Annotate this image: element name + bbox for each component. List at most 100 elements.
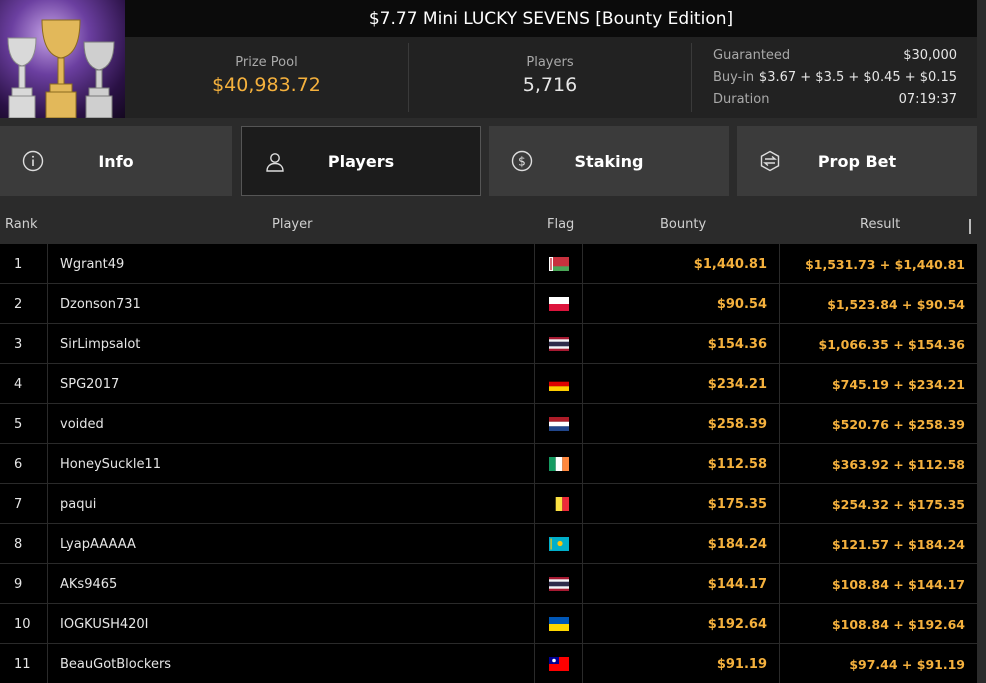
rank-cell: 3 bbox=[14, 336, 23, 352]
bounty-cell: $258.39 bbox=[582, 404, 779, 444]
player-name[interactable]: Wgrant49 bbox=[47, 244, 534, 284]
player-name[interactable]: voided bbox=[47, 404, 534, 444]
result-cell: $254.32 + $175.35 bbox=[779, 484, 977, 524]
column-header-rank[interactable]: Rank bbox=[5, 217, 37, 232]
rank-cell: 8 bbox=[14, 536, 23, 552]
table-row[interactable]: 8 LyapAAAAA $184.24 $121.57 + $184.24 bbox=[0, 524, 977, 564]
prize-pool-label: Prize Pool bbox=[235, 55, 298, 70]
column-header-flag[interactable]: Flag bbox=[547, 217, 574, 232]
belarus-flag-icon bbox=[548, 257, 569, 271]
scrollbar[interactable] bbox=[977, 0, 986, 683]
bounty-cell: $175.35 bbox=[582, 484, 779, 524]
column-header-player[interactable]: Player bbox=[272, 217, 312, 232]
flag-cell bbox=[534, 244, 582, 284]
player-name[interactable]: AKs9465 bbox=[47, 564, 534, 604]
table-row[interactable]: 7 paqui $175.35 $254.32 + $175.35 bbox=[0, 484, 977, 524]
guaranteed-label: Guaranteed bbox=[713, 48, 791, 63]
result-cell: $363.92 + $112.58 bbox=[779, 444, 977, 484]
rank-cell: 4 bbox=[14, 376, 23, 392]
kazakhstan-flag-icon bbox=[548, 537, 569, 551]
result-cell: $121.57 + $184.24 bbox=[779, 524, 977, 564]
germany-flag-icon bbox=[548, 377, 569, 391]
rank-cell: 2 bbox=[14, 296, 23, 312]
flag-cell bbox=[534, 444, 582, 484]
prop-bet-icon bbox=[760, 150, 780, 172]
table-row[interactable]: 9 AKs9465 $144.17 $108.84 + $144.17 bbox=[0, 564, 977, 604]
player-name[interactable]: LyapAAAAA bbox=[47, 524, 534, 564]
bounty-cell: $144.17 bbox=[582, 564, 779, 604]
flag-cell bbox=[534, 604, 582, 644]
flag-cell bbox=[534, 284, 582, 324]
table-row[interactable]: 5 voided $258.39 $520.76 + $258.39 bbox=[0, 404, 977, 444]
tab-staking[interactable]: $ Staking bbox=[489, 126, 729, 196]
rank-cell: 11 bbox=[14, 656, 31, 672]
table-row[interactable]: 4 SPG2017 $234.21 $745.19 + $234.21 bbox=[0, 364, 977, 404]
ireland-flag-icon bbox=[548, 457, 569, 471]
player-name[interactable]: HoneySuckle11 bbox=[47, 444, 534, 484]
column-header-bounty[interactable]: Bounty bbox=[660, 217, 706, 232]
info-icon bbox=[22, 150, 44, 172]
rank-cell: 1 bbox=[14, 256, 23, 272]
duration-label: Duration bbox=[713, 92, 770, 107]
players-value: 5,716 bbox=[522, 74, 578, 96]
table-row[interactable]: 11 BeauGotBlockers $91.19 $97.44 + $91.19 bbox=[0, 644, 977, 683]
divider bbox=[691, 43, 692, 112]
table-row[interactable]: 6 HoneySuckle11 $112.58 $363.92 + $112.58 bbox=[0, 444, 977, 484]
players-label: Players bbox=[526, 55, 574, 70]
rank-cell: 7 bbox=[14, 496, 23, 512]
table-row[interactable]: 10 IOGKUSH420I $192.64 $108.84 + $192.64 bbox=[0, 604, 977, 644]
result-cell: $1,066.35 + $154.36 bbox=[779, 324, 977, 364]
svg-text:$: $ bbox=[518, 155, 526, 169]
duration-value: 07:19:37 bbox=[898, 92, 957, 107]
bounty-cell: $112.58 bbox=[582, 444, 779, 484]
flag-cell bbox=[534, 524, 582, 564]
bounty-cell: $184.24 bbox=[582, 524, 779, 564]
player-name[interactable]: SirLimpsalot bbox=[47, 324, 534, 364]
tab-prop-bet[interactable]: Prop Bet bbox=[737, 126, 977, 196]
bounty-cell: $234.21 bbox=[582, 364, 779, 404]
table-row[interactable]: 3 SirLimpsalot $154.36 $1,066.35 + $154.36 bbox=[0, 324, 977, 364]
bounty-cell: $1,440.81 bbox=[582, 244, 779, 284]
players-table: 1 Wgrant49 $1,440.81 $1,531.73 + $1,440.81 2… bbox=[0, 244, 977, 683]
flag-cell bbox=[534, 564, 582, 604]
table-row[interactable]: 2 Dzonson731 $90.54 $1,523.84 + $90.54 bbox=[0, 284, 977, 324]
flag-cell bbox=[534, 324, 582, 364]
bounty-cell: $154.36 bbox=[582, 324, 779, 364]
trophy-image bbox=[0, 0, 125, 118]
tab-players[interactable]: Players bbox=[241, 126, 481, 196]
rank-cell: 9 bbox=[14, 576, 23, 592]
thailand-flag-icon bbox=[548, 577, 569, 591]
taiwan-flag-icon bbox=[548, 657, 569, 671]
rank-cell: 10 bbox=[14, 616, 31, 632]
flag-cell bbox=[534, 404, 582, 444]
rank-cell: 6 bbox=[14, 456, 23, 472]
result-cell: $745.19 + $234.21 bbox=[779, 364, 977, 404]
result-cell: $108.84 + $144.17 bbox=[779, 564, 977, 604]
rank-cell: 5 bbox=[14, 416, 23, 432]
result-cell: $108.84 + $192.64 bbox=[779, 604, 977, 644]
belgium-flag-icon bbox=[548, 497, 569, 511]
players-stat: Players 5,716 bbox=[409, 37, 691, 118]
column-resize-handle[interactable] bbox=[969, 219, 971, 234]
tab-info[interactable]: Info bbox=[0, 126, 232, 196]
column-header-result[interactable]: Result bbox=[860, 217, 900, 232]
flag-cell bbox=[534, 484, 582, 524]
result-cell: $520.76 + $258.39 bbox=[779, 404, 977, 444]
result-cell: $1,523.84 + $90.54 bbox=[779, 284, 977, 324]
table-row[interactable]: 1 Wgrant49 $1,440.81 $1,531.73 + $1,440.81 bbox=[0, 244, 977, 284]
bounty-cell: $90.54 bbox=[582, 284, 779, 324]
prize-pool-value: $40,983.72 bbox=[212, 74, 321, 96]
tournament-stats: Prize Pool $40,983.72 Players 5,716 Guar… bbox=[125, 37, 977, 118]
player-name[interactable]: BeauGotBlockers bbox=[47, 644, 534, 683]
poland-flag-icon bbox=[548, 297, 569, 311]
thailand-flag-icon bbox=[548, 337, 569, 351]
result-cell: $97.44 + $91.19 bbox=[779, 644, 977, 683]
tournament-title: $7.77 Mini LUCKY SEVENS [Bounty Edition] bbox=[125, 0, 977, 37]
guaranteed-value: $30,000 bbox=[903, 48, 957, 63]
prize-pool-stat: Prize Pool $40,983.72 bbox=[125, 37, 408, 118]
player-name[interactable]: SPG2017 bbox=[47, 364, 534, 404]
player-name[interactable]: paqui bbox=[47, 484, 534, 524]
netherlands-flag-icon bbox=[548, 417, 569, 431]
player-name[interactable]: Dzonson731 bbox=[47, 284, 534, 324]
player-name[interactable]: IOGKUSH420I bbox=[47, 604, 534, 644]
